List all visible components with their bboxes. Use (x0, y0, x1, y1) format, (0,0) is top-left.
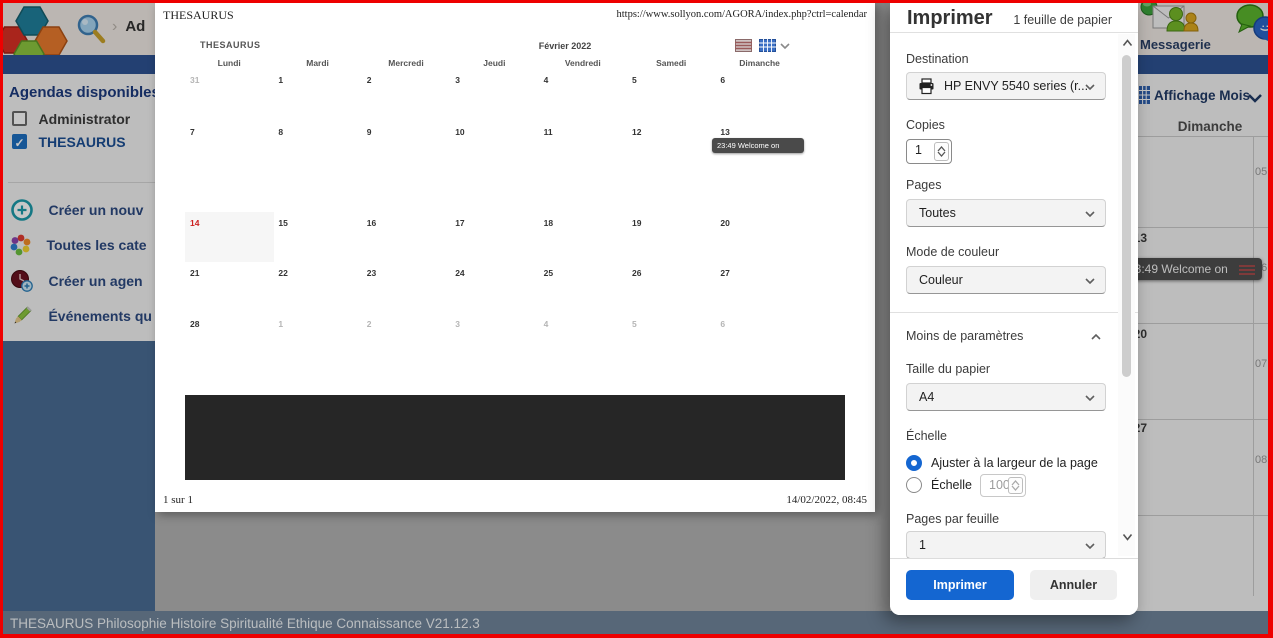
preview-day-number: 1 (278, 75, 283, 85)
scale-option-label: Échelle (931, 478, 972, 492)
preview-day-number: 21 (190, 268, 199, 278)
printer-icon (918, 78, 935, 95)
scroll-up-icon[interactable] (1122, 39, 1133, 47)
preview-day-number: 7 (190, 127, 195, 137)
preview-day-number: 16 (367, 218, 376, 228)
preview-day-number: 9 (367, 127, 372, 137)
month-view-icon (759, 39, 776, 52)
color-mode-select[interactable]: Couleur (906, 266, 1106, 294)
print-preview-page: THESAURUS https://www.sollyon.com/AGORA/… (155, 2, 875, 512)
chevron-down-icon (1084, 542, 1096, 550)
preview-day-number: 18 (544, 218, 553, 228)
color-mode-label: Mode de couleur (906, 245, 999, 259)
scroll-down-icon[interactable] (1122, 533, 1133, 541)
preview-day-number: 13 (720, 127, 729, 137)
preview-day-number: 25 (544, 268, 553, 278)
color-mode-value: Couleur (919, 273, 963, 287)
chevron-up-icon[interactable] (1090, 333, 1102, 341)
scrollbar-thumb[interactable] (1122, 55, 1131, 377)
preview-day-header: Mardi (273, 58, 361, 68)
preview-day-number: 24 (455, 268, 464, 278)
preview-day-number: 28 (190, 319, 199, 329)
preview-day-number: 8 (278, 127, 283, 137)
preview-day-number: 4 (544, 319, 549, 329)
preview-page-count: 1 sur 1 (163, 494, 193, 506)
cancel-button[interactable]: Annuler (1030, 570, 1117, 600)
redacted-block (185, 395, 845, 480)
print-dialog: Imprimer 1 feuille de papier Destination… (890, 2, 1138, 615)
preview-day-number: 12 (632, 127, 641, 137)
preview-day-number: 2 (367, 75, 372, 85)
preview-day-number: 5 (632, 75, 637, 85)
preview-day-number: 3 (455, 75, 460, 85)
scale-input: 100 (980, 474, 1026, 497)
preview-day-header: Dimanche (715, 58, 803, 68)
preview-day-number: 3 (455, 319, 460, 329)
divider (890, 32, 1138, 33)
preview-doc-title: THESAURUS (163, 8, 234, 23)
paper-size-label: Taille du papier (906, 362, 990, 376)
preview-day-header: Vendredi (539, 58, 627, 68)
preview-url: https://www.sollyon.com/AGORA/index.php?… (617, 9, 868, 20)
preview-day-number: 19 (632, 218, 641, 228)
preview-month-label: Février 2022 (485, 41, 645, 51)
copies-spinner[interactable] (934, 142, 949, 161)
paper-size-select[interactable]: A4 (906, 383, 1106, 411)
preview-day-header: Mercredi (362, 58, 450, 68)
fit-width-label: Ajuster à la largeur de la page (931, 456, 1098, 470)
screen: ›Ad Messagerie :) (0, 0, 1273, 638)
pages-value: Toutes (919, 206, 956, 220)
preview-day-number: 1 (278, 319, 283, 329)
chevron-down-icon (1084, 83, 1096, 91)
preview-day-number: 4 (544, 75, 549, 85)
pages-per-sheet-select[interactable]: 1 (906, 531, 1106, 559)
preview-day-number: 23 (367, 268, 376, 278)
preview-day-number: 27 (720, 268, 729, 278)
sheet-count: 1 feuille de papier (1013, 13, 1112, 27)
pages-select[interactable]: Toutes (906, 199, 1106, 227)
chevron-down-icon (1084, 394, 1096, 402)
preview-calendar-title: THESAURUS (200, 40, 261, 50)
scale-label: Échelle (906, 429, 947, 443)
preview-day-number: 11 (544, 127, 553, 137)
divider (890, 312, 1138, 313)
preview-day-number: 6 (720, 75, 725, 85)
preview-event-tooltip: 23:49 Welcome on (712, 138, 804, 153)
chevron-down-icon (1084, 210, 1096, 218)
copies-input[interactable]: 1 (906, 139, 952, 164)
preview-print-date: 14/02/2022, 08:45 (786, 494, 867, 506)
preview-day-number: 20 (720, 218, 729, 228)
preview-day-number: 26 (632, 268, 641, 278)
chevron-down-icon (1084, 277, 1096, 285)
print-button[interactable]: Imprimer (906, 570, 1014, 600)
preview-day-number: 2 (367, 319, 372, 329)
agenda-view-icon (735, 39, 752, 52)
scale-spinner (1008, 477, 1023, 494)
fit-width-radio[interactable] (906, 455, 922, 471)
preview-day-number: 31 (190, 75, 199, 85)
preview-day-number: 6 (720, 319, 725, 329)
scale-radio[interactable] (906, 477, 922, 493)
destination-label: Destination (906, 52, 969, 66)
chevron-down-icon (780, 43, 790, 50)
preview-day-header: Lundi (185, 58, 273, 68)
pages-label: Pages (906, 178, 941, 192)
preview-day-number: 22 (278, 268, 287, 278)
preview-day-number: 5 (632, 319, 637, 329)
destination-select[interactable]: HP ENVY 5540 series (r... (906, 72, 1106, 100)
dialog-title: Imprimer (907, 7, 993, 30)
paper-size-value: A4 (919, 390, 934, 404)
destination-value: HP ENVY 5540 series (r... (944, 79, 1088, 93)
preview-day-number: 17 (455, 218, 464, 228)
preview-day-header: Samedi (627, 58, 715, 68)
dialog-footer: Imprimer Annuler (890, 558, 1138, 615)
preview-day-number: 14 (190, 218, 199, 228)
preview-day-number: 15 (278, 218, 287, 228)
preview-day-number: 10 (455, 127, 464, 137)
copies-label: Copies (906, 118, 945, 132)
less-settings-toggle[interactable]: Moins de paramètres (906, 329, 1023, 343)
pages-per-sheet-value: 1 (919, 538, 926, 552)
pages-per-sheet-label: Pages par feuille (906, 512, 999, 526)
preview-day-header: Jeudi (450, 58, 538, 68)
